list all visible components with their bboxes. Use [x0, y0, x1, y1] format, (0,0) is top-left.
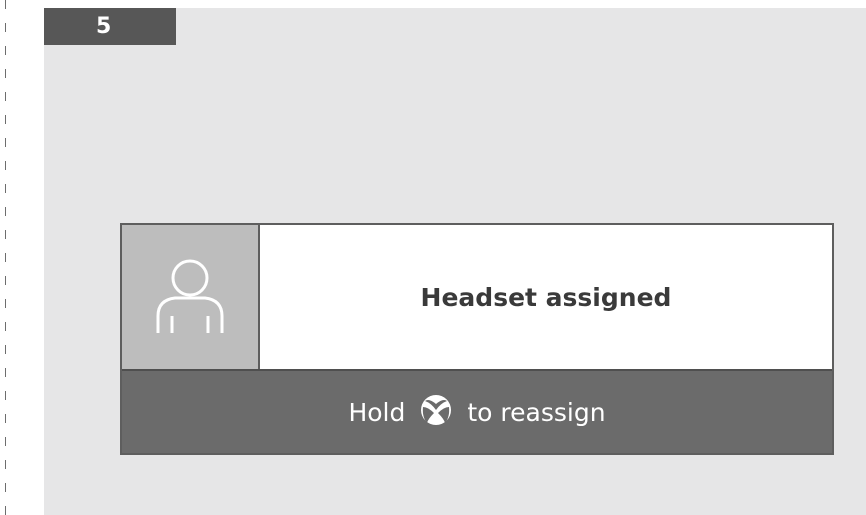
headset-notification[interactable]: Headset assigned Hold to reassign [120, 223, 834, 455]
hold-label: Hold [348, 397, 406, 427]
reassign-label: to reassign [467, 397, 606, 427]
reassign-action-bar[interactable]: Hold to reassign [122, 369, 832, 453]
avatar [122, 225, 260, 369]
xbox-button-icon [419, 393, 453, 427]
page: 5 Headset assigned Hold to reassign [0, 0, 866, 515]
dashed-margin-rule [5, 0, 6, 515]
step-number-badge: 5 [44, 8, 176, 45]
step-number: 5 [96, 14, 112, 39]
notification-message: Headset assigned [420, 282, 672, 312]
message-area: Headset assigned [260, 225, 832, 369]
person-icon [156, 259, 224, 333]
